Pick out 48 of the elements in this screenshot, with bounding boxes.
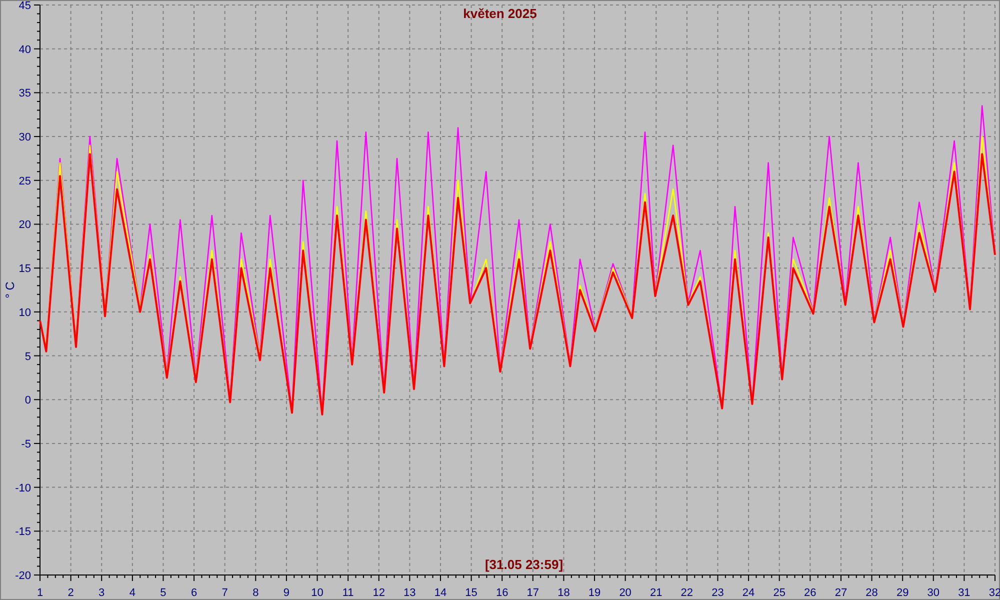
axis-label: 15: [18, 263, 31, 276]
axis-label: 10: [311, 587, 324, 599]
axis-label: 20: [619, 587, 632, 599]
timestamp-label: [31.05 23:59]: [484, 557, 564, 572]
axis-label: 8: [252, 587, 259, 599]
axis-label: -5: [21, 438, 31, 450]
axis-label: 3: [98, 587, 105, 599]
axis-label: 25: [18, 175, 31, 188]
axis-label: 45: [18, 0, 31, 12]
axis-label: 5: [160, 587, 166, 599]
axis-label: 22: [680, 587, 694, 599]
axis-label: 16: [496, 587, 508, 599]
axis-label: -20: [15, 570, 31, 582]
axis-label: -10: [15, 482, 31, 494]
axis-label: 19: [588, 587, 601, 599]
axis-label: 24: [742, 587, 755, 599]
axis-label: 7: [222, 587, 228, 599]
axis-label: 9: [283, 587, 290, 599]
axis-label: 5: [24, 350, 31, 363]
axis-label: 25: [773, 587, 786, 599]
axis-label: 13: [404, 587, 416, 599]
axis-label: 31: [958, 587, 970, 599]
axis-label: 12: [372, 587, 385, 599]
axis-label: 10: [18, 306, 31, 319]
axis-label: 11: [342, 587, 354, 599]
axis-label: 40: [18, 44, 31, 56]
chart-title: květen 2025: [463, 6, 537, 21]
axis-label: 2: [68, 587, 74, 599]
axis-label: 0: [24, 394, 31, 407]
axis-label: 30: [927, 587, 940, 599]
axis-label: 15: [465, 587, 478, 599]
axis-label: 28: [866, 587, 878, 599]
axis-label: 1: [36, 587, 44, 599]
axis-label: 14: [434, 587, 447, 599]
axis-label: 4: [129, 587, 136, 599]
axis-label: 20: [18, 219, 31, 232]
axis-label: 18: [558, 587, 570, 599]
axis-label: 23: [712, 587, 724, 599]
axis-label: -15: [15, 526, 31, 538]
axis-title: ° C: [3, 282, 17, 298]
axis-label: 29: [896, 587, 909, 599]
axis-label: 21: [650, 587, 662, 599]
axis-label: 6: [190, 587, 198, 599]
axis-label: 30: [18, 132, 31, 144]
axis-label: 26: [804, 587, 816, 599]
axis-label: 17: [526, 587, 540, 599]
axis-label: 27: [834, 587, 848, 599]
axis-label: 35: [18, 88, 31, 100]
